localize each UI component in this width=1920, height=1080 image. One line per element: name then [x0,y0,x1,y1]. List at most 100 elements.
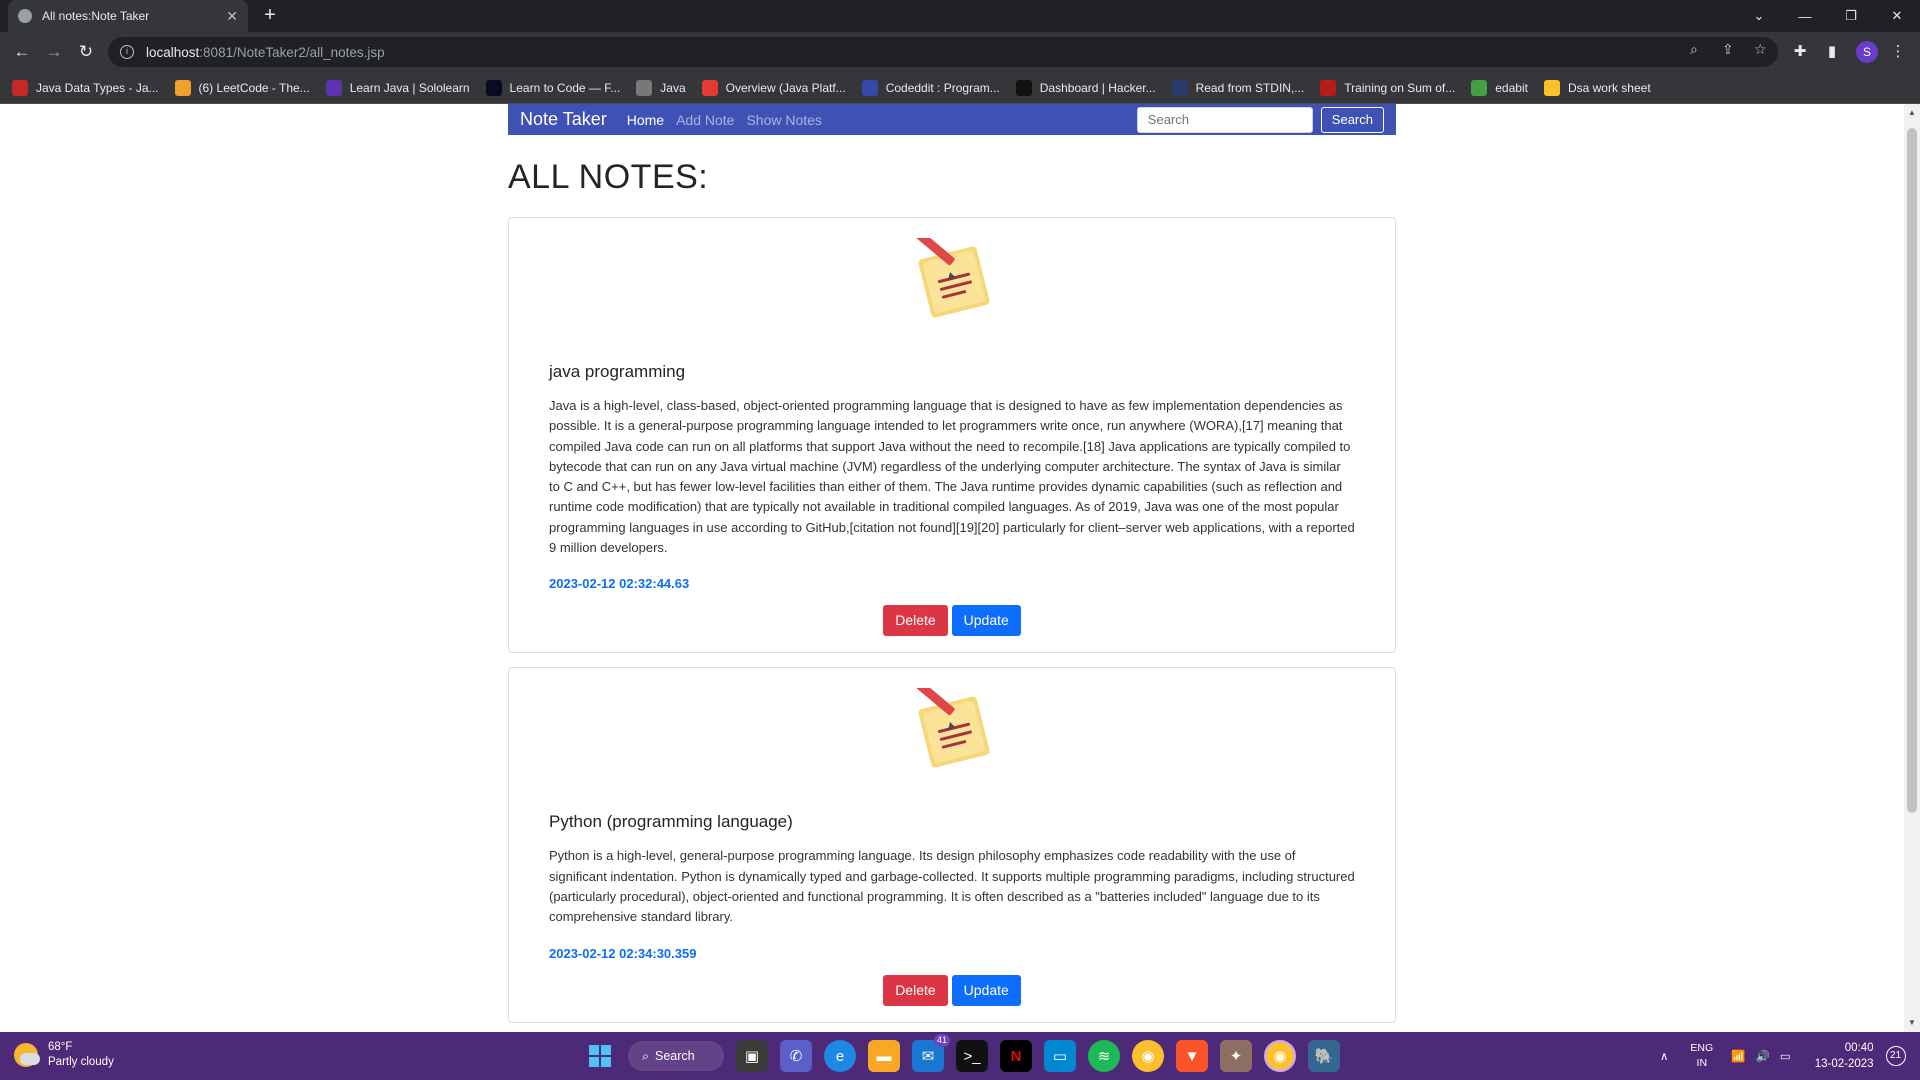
note-date: 2023-02-12 02:32:44.63 [549,576,690,592]
bookmark-item[interactable]: Learn to Code — F... [485,79,620,96]
bookmark-label: Learn Java | Sololearn [349,80,470,95]
site-info-icon[interactable]: i [120,45,134,59]
netflix-icon[interactable]: N [1000,1040,1032,1072]
update-button[interactable]: Update [951,974,1021,1006]
profile-avatar[interactable]: S [1856,41,1878,63]
wifi-icon[interactable]: 📶 [1731,1049,1745,1063]
spotify-icon[interactable]: ≋ [1088,1040,1120,1072]
clock-date: 13-02-2023 [1814,1058,1874,1070]
bookmark-item[interactable]: Codeddit : Program... [861,79,1000,96]
browser-tab[interactable]: All notes:Note Taker ✕ [8,0,248,32]
nav-home[interactable]: Home [627,112,664,128]
notes-list: java programming Java is a high-level, cl… [508,217,1396,1023]
bookmark-item[interactable]: Read from STDIN,... [1171,79,1304,96]
windows-taskbar: 68°F Partly cloudy ⌕ Search ▣ ✆ e ▬ ✉ 41 >… [0,1032,1920,1080]
forward-button[interactable]: → [42,40,66,64]
mail-badge: 41 [933,1034,950,1047]
search-button[interactable]: Search [1320,106,1384,133]
search-input[interactable]: Search [1136,106,1313,133]
delete-button[interactable]: Delete [883,605,948,637]
address-bar[interactable]: i localhost:8081/NoteTaker2/all_notes.js… [108,37,1778,67]
bookmark-favicon-icon [636,79,653,96]
edge-icon[interactable]: e [824,1040,856,1072]
bookmark-item[interactable]: Dsa work sheet [1543,79,1651,96]
share-icon[interactable]: ⇪ [1722,41,1734,58]
teams-chat-icon[interactable]: ✆ [780,1040,812,1072]
navbar-brand[interactable]: Note Taker [520,109,607,130]
note-icon [910,681,994,772]
notification-badge[interactable]: 21 [1885,1046,1906,1066]
weather-widget[interactable]: 68°F Partly cloudy [14,1040,114,1070]
window-close-button[interactable]: ✕ [1874,0,1920,32]
system-tray: ∧ ENG IN 📶 🔊 ▭ 00:40 13-02-2023 21 [1660,1032,1906,1080]
taskbar-search[interactable]: ⌕ Search [628,1041,724,1071]
bookmark-label: Dsa work sheet [1567,80,1651,95]
minimize-button[interactable]: — [1782,0,1828,32]
chrome-profile-icon[interactable]: ◉ [1264,1040,1296,1072]
bookmark-favicon-icon [174,79,191,96]
globe-icon [18,9,32,23]
side-panel-icon[interactable]: ▮ [1820,40,1844,64]
task-view-icon[interactable]: ▣ [736,1040,768,1072]
page-container: Note Taker Home Add Note Show Notes Sear… [508,104,1396,1032]
close-tab-icon[interactable]: ✕ [226,8,238,25]
bookmark-item[interactable]: Training on Sum of... [1320,79,1456,96]
tab-search-icon[interactable]: ⌄ [1736,0,1782,32]
clock[interactable]: 00:40 13-02-2023 [1815,1040,1874,1072]
bookmark-favicon-icon [325,79,342,96]
bookmark-label: Dashboard | Hacker... [1039,80,1156,95]
note-actions: Delete Update [549,974,1355,1006]
bookmark-item[interactable]: Dashboard | Hacker... [1015,79,1156,96]
volume-icon[interactable]: 🔊 [1756,1049,1770,1063]
monitor-app-icon[interactable]: ▭ [1044,1040,1076,1072]
bookmark-item[interactable]: edabit [1471,79,1528,96]
note-actions: Delete Update [549,605,1355,637]
nav-add-note[interactable]: Add Note [676,112,734,128]
bookmark-label: Training on Sum of... [1344,80,1456,95]
taskbar-search-label: Search [655,1049,695,1063]
url-host: localhost [146,44,200,60]
bookmark-star-icon[interactable]: ☆ [1754,41,1767,58]
note-title: Python (programming language) [549,812,793,832]
extensions-icon[interactable]: ✚ [1788,40,1812,64]
bookmark-favicon-icon [12,79,28,96]
update-button[interactable]: Update [951,605,1021,637]
start-icon[interactable] [584,1040,616,1072]
terminal-icon[interactable]: >_ [956,1040,988,1072]
delete-button[interactable]: Delete [883,974,948,1006]
bookmark-item[interactable]: Java [636,79,686,96]
scrollbar-thumb[interactable] [1907,128,1917,813]
bookmark-favicon-icon [1543,79,1560,96]
battery-icon[interactable]: ▭ [1780,1049,1791,1063]
note-icon [910,231,994,322]
new-tab-button[interactable]: + [258,4,282,28]
bookmark-label: Codeddit : Program... [885,80,1000,95]
chrome-icon[interactable]: ◉ [1132,1040,1164,1072]
reload-button[interactable]: ↻ [74,40,98,64]
scroll-up-icon[interactable]: ▲ [1908,108,1916,117]
bookmark-item[interactable]: Learn Java | Sololearn [325,79,470,96]
taskbar-apps: ⌕ Search ▣ ✆ e ▬ ✉ 41 >_ N ▭ ≋ ◉ ▼ ✦ ◉ 🐘 [584,1034,1352,1072]
bookmark-favicon-icon [1171,79,1188,96]
brave-icon[interactable]: ▼ [1176,1040,1208,1072]
game-app-icon[interactable]: ✦ [1220,1040,1252,1072]
clock-time: 00:40 [1844,1042,1874,1054]
file-explorer-icon[interactable]: ▬ [868,1040,900,1072]
show-hidden-icons[interactable]: ∧ [1660,1049,1668,1063]
weather-desc: Partly cloudy [48,1056,114,1068]
mail-icon[interactable]: ✉ 41 [912,1034,950,1072]
bookmark-favicon-icon [701,79,718,96]
bookmark-item[interactable]: (6) LeetCode - The... [174,79,310,96]
nav-show-notes[interactable]: Show Notes [746,112,821,128]
bookmark-item[interactable]: Overview (Java Platf... [701,79,846,96]
menu-icon[interactable]: ⋮ [1886,40,1910,64]
bookmark-favicon-icon [1015,79,1032,96]
restore-button[interactable]: ❐ [1828,0,1874,32]
zoom-icon[interactable]: ⌕ [1690,41,1698,58]
postgresql-icon[interactable]: 🐘 [1308,1040,1340,1072]
page-scrollbar[interactable]: ▲ ▼ [1904,104,1920,1032]
bookmark-item[interactable]: Java Data Types - Ja... [12,79,159,96]
scroll-down-icon[interactable]: ▼ [1908,1018,1916,1027]
back-button[interactable]: ← [10,40,34,64]
language-indicator[interactable]: ENG IN [1690,1041,1713,1071]
